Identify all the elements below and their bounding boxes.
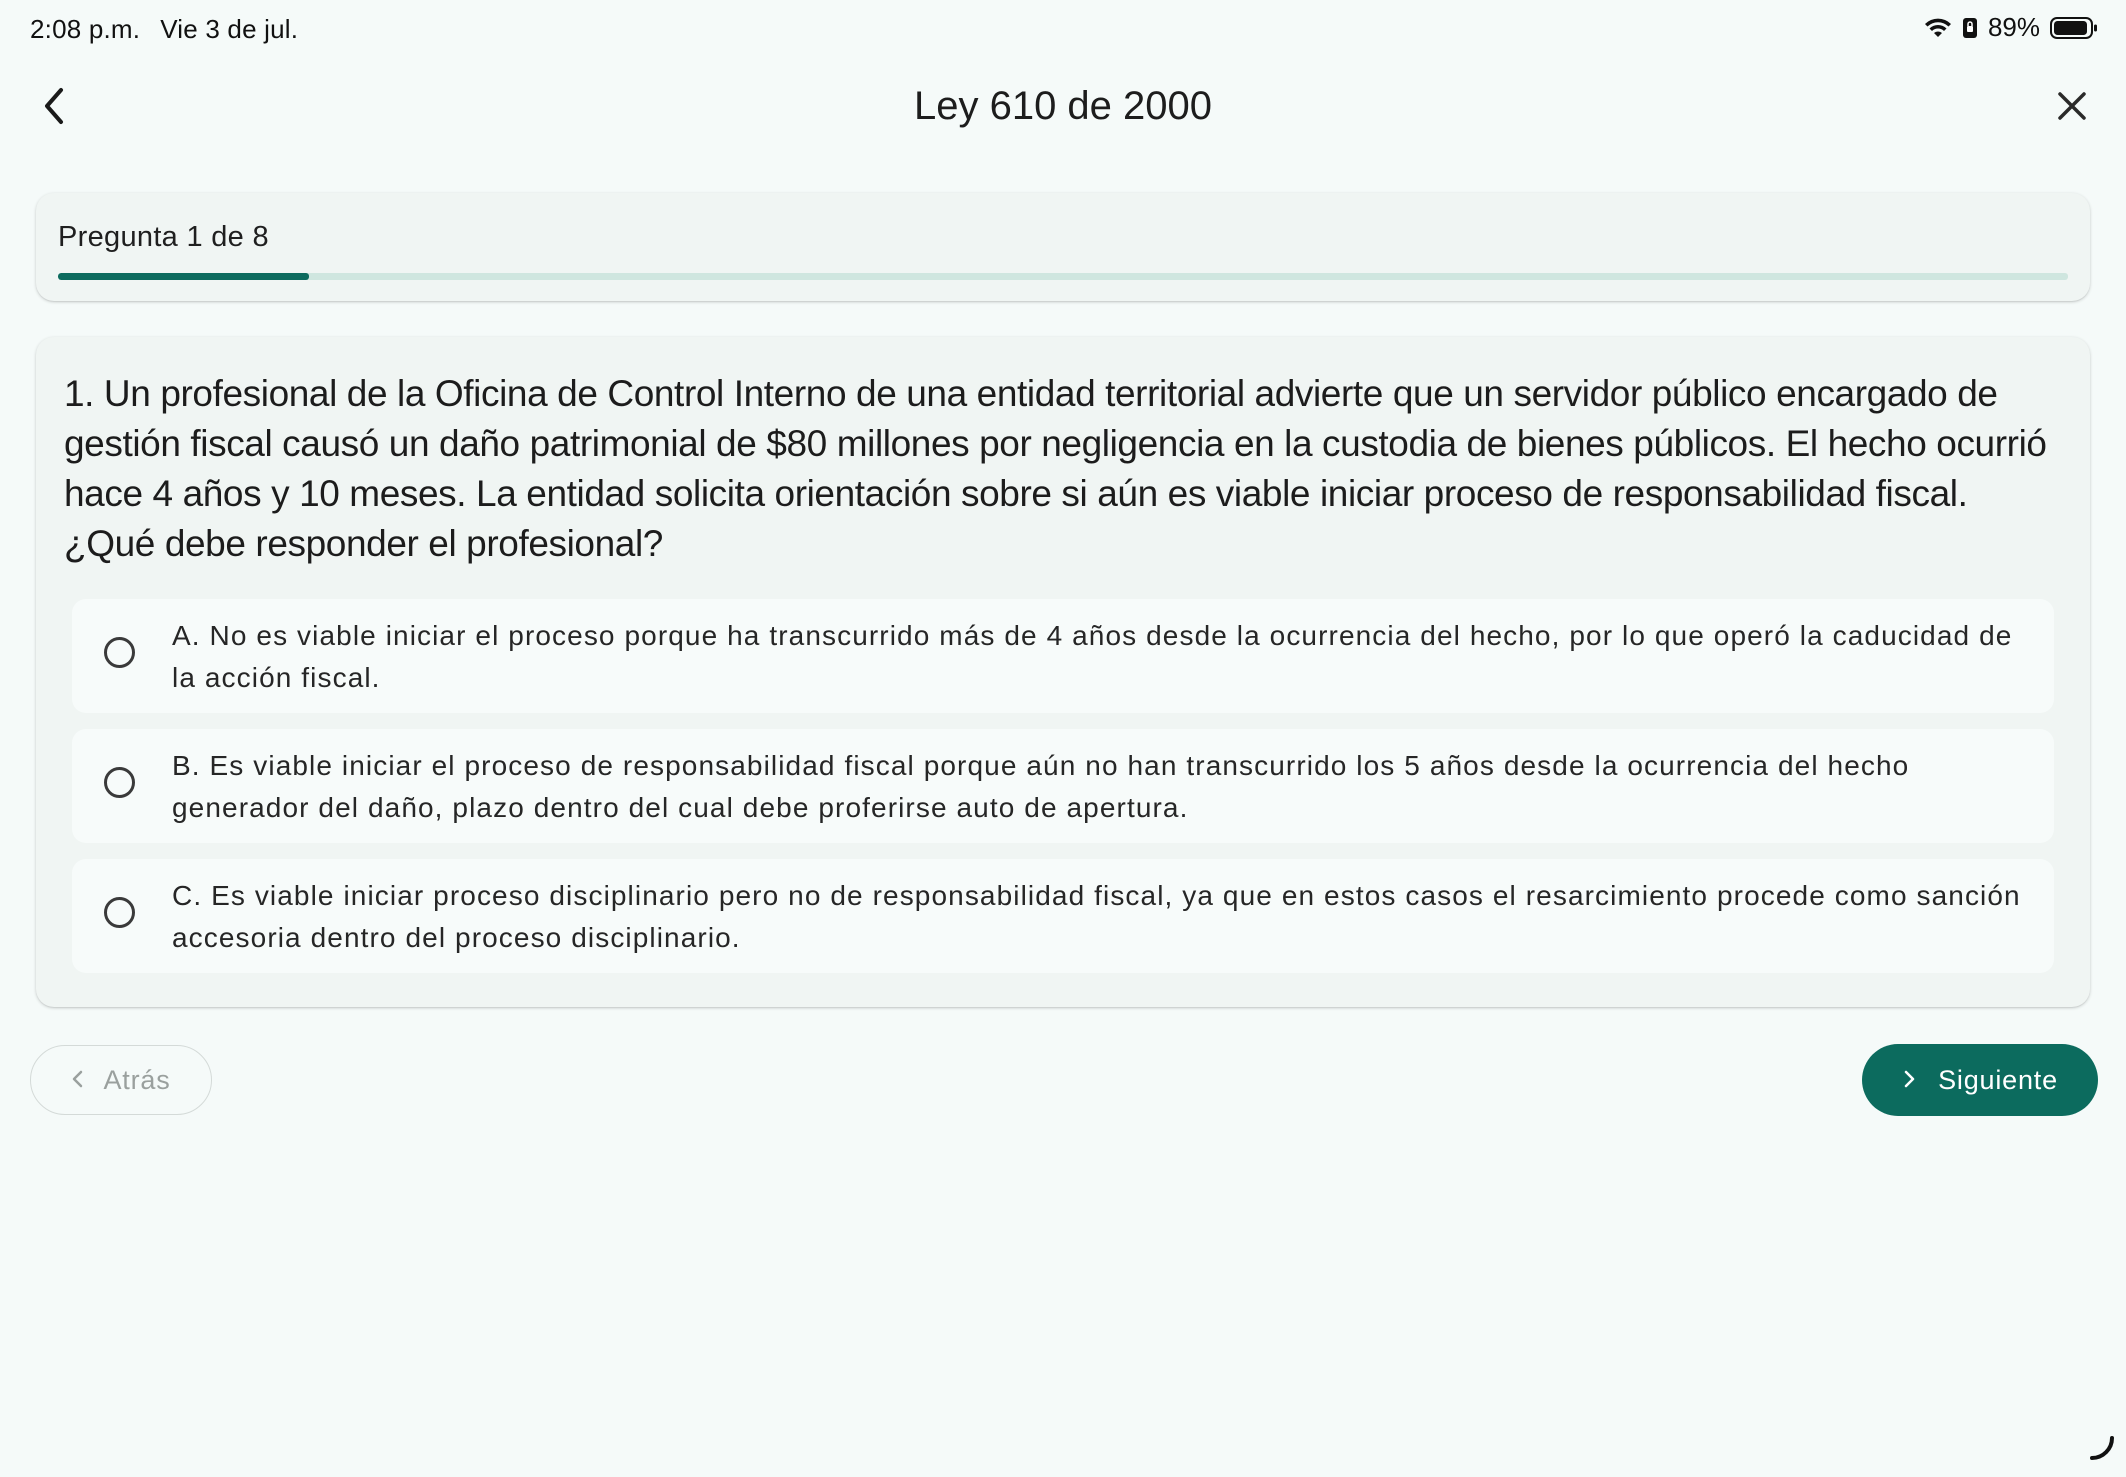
status-right: 89%: [1924, 12, 2098, 43]
options-list: A. No es viable iniciar el proceso porqu…: [72, 599, 2054, 989]
option-a-text: A. No es viable iniciar el proceso porqu…: [172, 620, 2013, 693]
progress-card: Pregunta 1 de 8: [36, 193, 2090, 301]
status-left: 2:08 p.m. Vie 3 de jul.: [30, 14, 298, 45]
resize-handle-icon: [2086, 1432, 2116, 1467]
radio-button-a[interactable]: [104, 637, 135, 668]
progress-label: Pregunta 1 de 8: [58, 221, 269, 253]
radio-button-c[interactable]: [104, 897, 135, 928]
status-bar: 2:08 p.m. Vie 3 de jul. 89%: [0, 0, 2126, 58]
back-nav-button[interactable]: Atrás: [30, 1045, 212, 1115]
question-text: 1. Un profesional de la Oficina de Contr…: [64, 373, 2047, 564]
page-title: Ley 610 de 2000: [913, 84, 1213, 128]
close-icon: [2055, 89, 2089, 128]
status-date: Vie 3 de jul.: [160, 14, 299, 44]
next-nav-button[interactable]: Siguiente: [1862, 1044, 2098, 1116]
lock-rotation-icon: [1962, 17, 1978, 39]
option-c-text: C. Es viable iniciar proceso disciplinar…: [172, 880, 2021, 953]
status-time: 2:08 p.m.: [30, 14, 141, 44]
option-a[interactable]: A. No es viable iniciar el proceso porqu…: [72, 599, 2054, 713]
battery-icon: [2050, 16, 2098, 40]
battery-percent: 89%: [1987, 12, 2040, 42]
back-nav-label: Atrás: [103, 1064, 171, 1095]
option-b[interactable]: B. Es viable iniciar el proceso de respo…: [72, 729, 2054, 843]
header: Ley 610 de 2000: [0, 68, 2126, 148]
progress-fill: [58, 273, 310, 280]
wifi-icon: [1924, 17, 1952, 39]
next-nav-label: Siguiente: [1938, 1064, 2058, 1095]
chevron-left-icon: [71, 1065, 85, 1096]
option-c[interactable]: C. Es viable iniciar proceso disciplinar…: [72, 859, 2054, 973]
chevron-right-icon: [1902, 1065, 1916, 1096]
progress-track: [58, 273, 2068, 280]
close-button[interactable]: [2046, 82, 2098, 134]
option-b-text: B. Es viable iniciar el proceso de respo…: [172, 750, 1910, 823]
question-card: 1. Un profesional de la Oficina de Contr…: [36, 337, 2090, 1007]
radio-button-b[interactable]: [104, 767, 135, 798]
